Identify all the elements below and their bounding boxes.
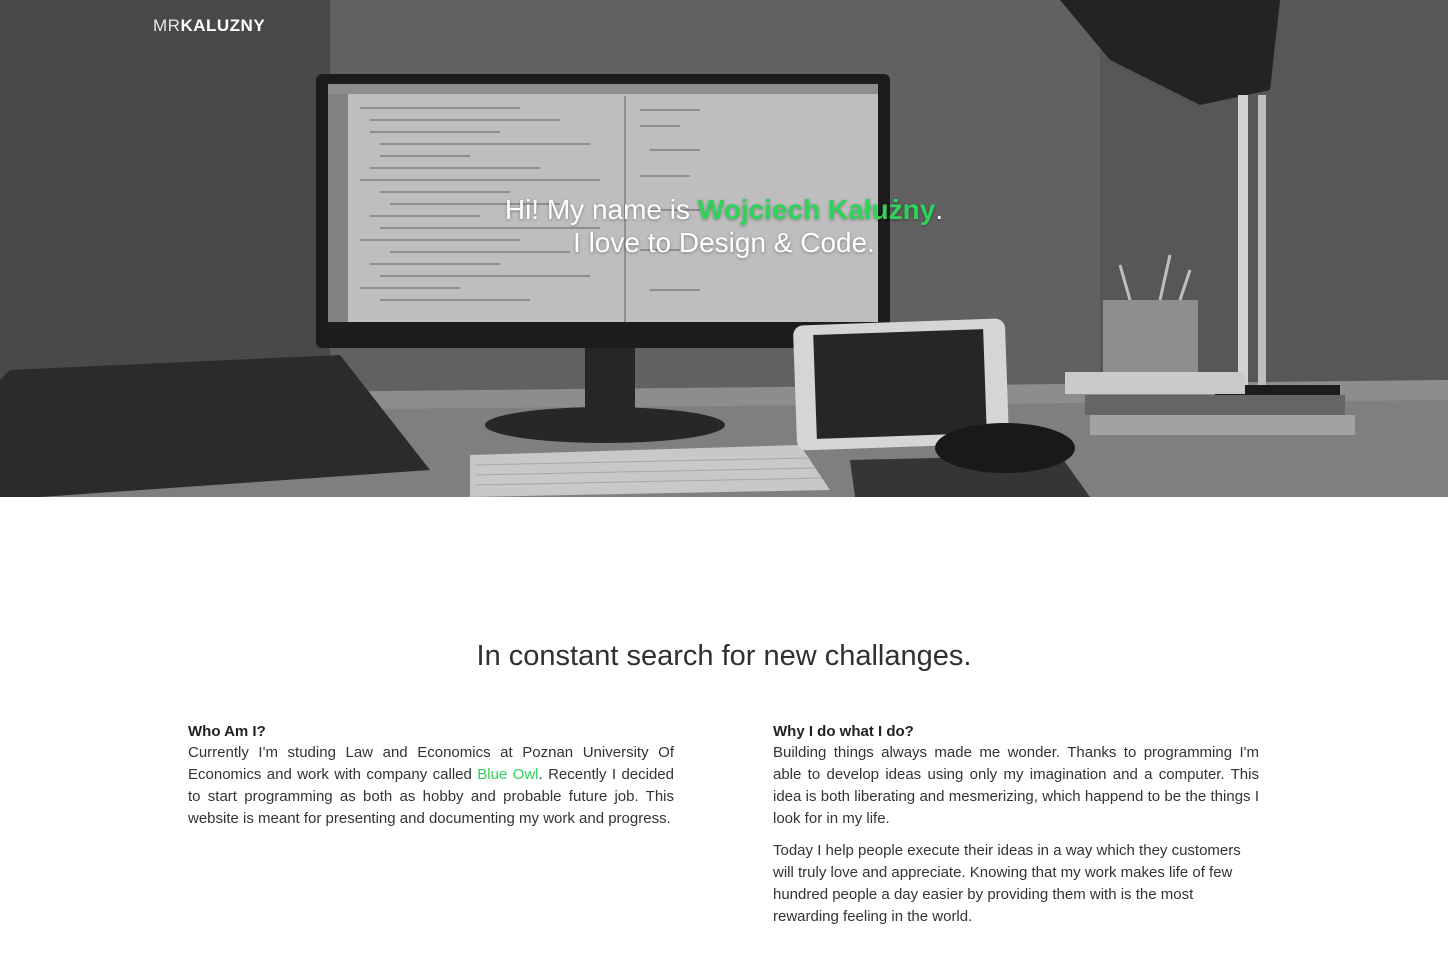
why-paragraph-2: Today I help people execute their ideas … [773, 842, 1241, 925]
hero-name: Wojciech Kałużny [697, 194, 936, 225]
hero-headline: Hi! My name is Wojciech Kałużny. I love … [0, 193, 1448, 259]
blue-owl-link[interactable]: Blue Owl [477, 766, 538, 783]
who-am-i-heading: Who Am I? [188, 723, 266, 740]
about-title: In constant search for new challanges. [476, 640, 972, 672]
why-section: Why I do what I do? Building things alwa… [773, 722, 1259, 938]
who-am-i-text: Currently I'm studing Law and Economics … [188, 742, 674, 830]
why-heading: Why I do what I do? [773, 723, 914, 740]
brand-name: KALUZNY [180, 16, 266, 35]
brand-prefix: MR [153, 16, 181, 35]
brand-logo[interactable]: MRKALUZNY [153, 16, 265, 36]
hero-period: . [935, 194, 944, 225]
hero-greeting: Hi! My name is [504, 194, 698, 225]
hero-line-2: I love to Design & Code. [573, 227, 875, 258]
hero-section: MRKALUZNY Hi! My name is Wojciech Kałużn… [0, 0, 1448, 497]
why-paragraph-1: Building things always made me wonder. T… [773, 744, 1259, 827]
who-am-i-section: Who Am I? Currently I'm studing Law and … [188, 722, 674, 840]
hero-line-1: Hi! My name is Wojciech Kałużny. [0, 193, 1448, 226]
